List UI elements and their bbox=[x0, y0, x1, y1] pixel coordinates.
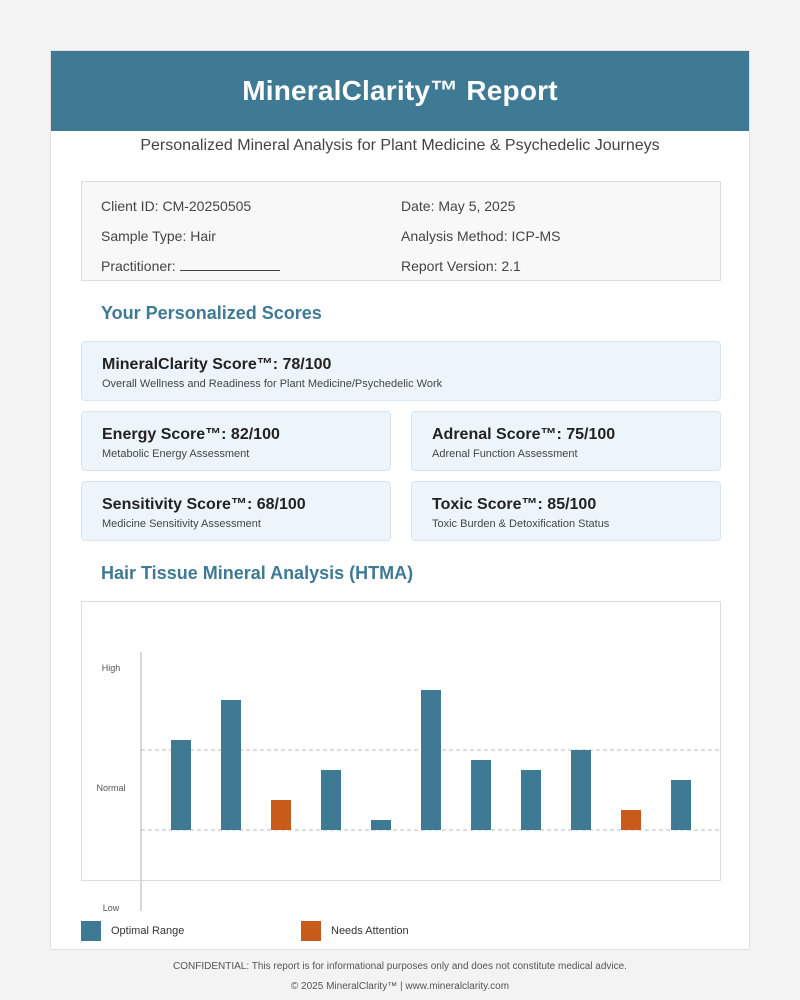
bar-fe bbox=[371, 820, 391, 830]
toxic-score-value: Toxic Score™: 85/100 bbox=[432, 496, 597, 513]
sensitivity-score-description: Medicine Sensitivity Assessment bbox=[102, 518, 261, 530]
bar-cu bbox=[421, 690, 441, 830]
scores-section-title: Your Personalized Scores bbox=[101, 303, 322, 323]
report-date: Date: May 5, 2025 bbox=[401, 198, 516, 214]
footer-disclaimer: CONFIDENTIAL: This report is for informa… bbox=[173, 961, 627, 972]
sample-type: Sample Type: Hair bbox=[101, 228, 216, 244]
bar-mg bbox=[221, 700, 241, 830]
report-header-banner: MineralClarity™ Report bbox=[51, 51, 749, 131]
footer-copyright: © 2025 MineralClarity™ | www.mineralclar… bbox=[290, 981, 510, 992]
practitioner-field: Practitioner: bbox=[101, 258, 280, 274]
sensitivity-score-card: Sensitivity Score™: 68/100 Medicine Sens… bbox=[81, 481, 391, 541]
bar-ca bbox=[171, 740, 191, 830]
adrenal-score-description: Adrenal Function Assessment bbox=[432, 448, 578, 460]
report-version: Report Version: 2.1 bbox=[401, 258, 521, 274]
client-id: Client ID: CM-20250505 bbox=[101, 198, 252, 214]
bar-k bbox=[321, 770, 341, 830]
practitioner-label: Practitioner: bbox=[101, 258, 176, 274]
main-score-card: MineralClarity Score™: 78/100 Overall We… bbox=[81, 341, 721, 401]
legend-optimal-swatch bbox=[81, 921, 101, 941]
htma-chart: HighNormalLowCaMgNaKFeCuZnPSeMnCr bbox=[96, 652, 721, 911]
legend-attention-label: Needs Attention bbox=[331, 925, 409, 937]
bar-se bbox=[571, 750, 591, 830]
practitioner-blank-line bbox=[179, 259, 280, 271]
toxic-score-card: Toxic Score™: 85/100 Toxic Burden & Deto… bbox=[411, 481, 721, 541]
energy-score-card: Energy Score™: 82/100 Metabolic Energy A… bbox=[81, 411, 391, 471]
analysis-method: Analysis Method: ICP-MS bbox=[401, 228, 561, 244]
bar-mn bbox=[621, 810, 641, 830]
htma-section-title: Hair Tissue Mineral Analysis (HTMA) bbox=[101, 563, 414, 583]
toxic-score-description: Toxic Burden & Detoxification Status bbox=[432, 518, 610, 530]
y-tick-label: High bbox=[102, 663, 121, 673]
y-tick-label: Low bbox=[103, 903, 120, 911]
bar-p bbox=[521, 770, 541, 830]
report-subtitle: Personalized Mineral Analysis for Plant … bbox=[140, 137, 660, 154]
adrenal-score-card: Adrenal Score™: 75/100 Adrenal Function … bbox=[411, 411, 721, 471]
adrenal-score-value: Adrenal Score™: 75/100 bbox=[432, 426, 616, 443]
bar-zn bbox=[471, 760, 491, 830]
client-info-panel: Client ID: CM-20250505 Date: May 5, 2025… bbox=[81, 181, 721, 281]
bar-cr bbox=[671, 780, 691, 830]
main-score-value: MineralClarity Score™: 78/100 bbox=[102, 356, 332, 373]
legend-attention-swatch bbox=[301, 921, 321, 941]
sensitivity-score-value: Sensitivity Score™: 68/100 bbox=[102, 496, 306, 513]
report-title: MineralClarity™ Report bbox=[242, 75, 558, 106]
legend-optimal-label: Optimal Range bbox=[111, 925, 185, 937]
bar-na bbox=[271, 800, 291, 830]
energy-score-description: Metabolic Energy Assessment bbox=[102, 448, 250, 460]
report-card: MineralClarity™ Report Personalized Mine… bbox=[50, 50, 750, 950]
main-score-description: Overall Wellness and Readiness for Plant… bbox=[102, 378, 443, 390]
y-tick-label: Normal bbox=[96, 783, 125, 793]
energy-score-value: Energy Score™: 82/100 bbox=[102, 426, 280, 443]
